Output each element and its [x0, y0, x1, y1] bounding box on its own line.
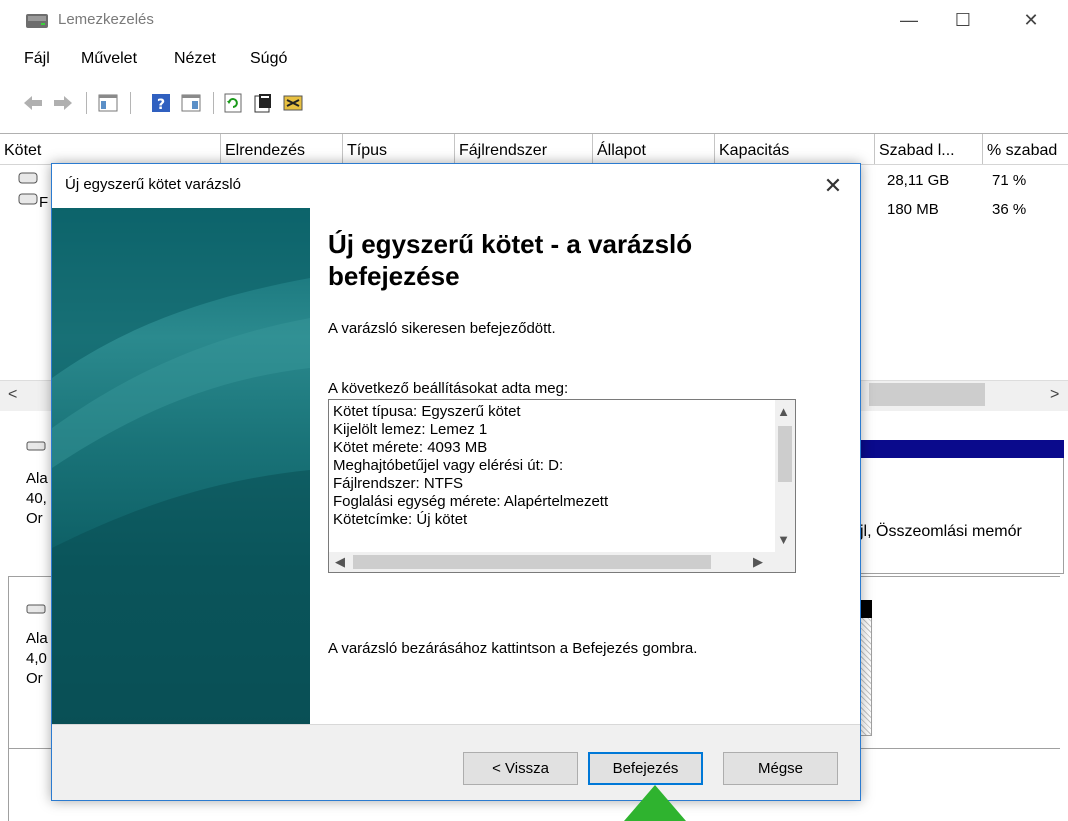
- settings-line: Meghajtóbetűjel vagy elérési út: D:: [333, 457, 564, 474]
- menu-bar: Fájl Művelet Nézet Súgó: [0, 46, 1068, 74]
- volume-row-name[interactable]: F: [39, 194, 48, 211]
- divider: [8, 577, 9, 821]
- column-status[interactable]: Állapot: [593, 134, 715, 164]
- title-bar: Lemezkezelés — ☐ ✕: [0, 0, 1068, 40]
- properties-icon[interactable]: [252, 92, 274, 114]
- settings-line: Fájlrendszer: NTFS: [333, 475, 464, 492]
- help-icon[interactable]: ?: [150, 92, 172, 114]
- window-title: Lemezkezelés: [58, 11, 154, 28]
- disk-label-type: Ala: [26, 630, 48, 647]
- disk-label-size: 4,0: [26, 650, 47, 667]
- settings-summary-box[interactable]: Kötet típusa: Egyszerű kötet Kijelölt le…: [328, 399, 796, 573]
- column-type[interactable]: Típus: [343, 134, 455, 164]
- partition-header-bar: [860, 440, 1064, 458]
- close-button[interactable]: ✕: [1008, 0, 1054, 40]
- wizard-finish-instruction: A varázsló bezárásához kattintson a Befe…: [328, 640, 698, 657]
- dialog-footer-divider: [52, 724, 860, 725]
- scroll-left-icon[interactable]: ◀: [335, 554, 345, 570]
- wizard-success-text: A varázsló sikeresen befejeződött.: [328, 320, 556, 337]
- volume-drive-icon: [18, 193, 38, 205]
- scroll-up-icon[interactable]: ▲: [777, 404, 790, 419]
- unallocated-block[interactable]: [860, 618, 872, 736]
- toolbar-separator: [130, 92, 131, 114]
- wizard-wave-graphic: [52, 208, 310, 724]
- volume-row-free: 28,11 GB: [887, 172, 950, 189]
- close-icon: ✕: [823, 173, 843, 198]
- volume-row-percent: 71 %: [992, 172, 1027, 189]
- volume-list-header: Kötet Elrendezés Típus Fájlrendszer Álla…: [0, 134, 1068, 165]
- disk-icon: [26, 441, 46, 451]
- menu-help[interactable]: Súgó: [250, 50, 287, 68]
- menu-file[interactable]: Fájl: [24, 50, 50, 68]
- disk-label-type: Ala: [26, 470, 48, 487]
- disk-management-icon: [26, 14, 48, 28]
- scroll-right-icon[interactable]: ▶: [753, 554, 763, 570]
- column-capacity[interactable]: Kapacitás: [715, 134, 875, 164]
- settings-vscroll-thumb[interactable]: [778, 426, 792, 482]
- scroll-right-icon[interactable]: >: [1050, 386, 1059, 404]
- cancel-button[interactable]: Mégse: [723, 752, 838, 785]
- menu-view[interactable]: Nézet: [174, 50, 216, 68]
- partition-text: jl, Összeomlási memór: [860, 523, 1022, 540]
- scroll-left-icon[interactable]: <: [8, 386, 17, 404]
- wizard-dialog: Új egyszerű kötet varázsló ✕ Új egyszerű…: [51, 163, 861, 801]
- dialog-title: Új egyszerű kötet varázsló: [65, 176, 241, 193]
- wizard-heading: Új egyszerű kötet - a varázsló befejezés…: [328, 229, 693, 291]
- column-percent-free[interactable]: % szabad: [983, 134, 1068, 164]
- disk-label-status: Or: [26, 510, 43, 527]
- toolbar-separator: [86, 92, 87, 114]
- volume-row-percent: 36 %: [992, 201, 1027, 218]
- column-volume[interactable]: Kötet: [0, 134, 221, 164]
- toolbar: ?: [0, 82, 1068, 124]
- volume-drive-icon: [18, 172, 38, 184]
- settings-label: A következő beállításokat adta meg:: [328, 380, 569, 397]
- partition-block[interactable]: [860, 458, 1064, 574]
- minimize-button[interactable]: —: [886, 0, 932, 40]
- column-free-space[interactable]: Szabad l...: [875, 134, 983, 164]
- list-view-icon[interactable]: [180, 92, 202, 114]
- column-filesystem[interactable]: Fájlrendszer: [455, 134, 593, 164]
- settings-line: Kötet mérete: 4093 MB: [333, 439, 488, 456]
- refresh-icon[interactable]: [222, 92, 244, 114]
- settings-line: Kijelölt lemez: Lemez 1: [333, 421, 488, 438]
- disk-label-status: Or: [26, 670, 43, 687]
- scroll-corner: [775, 552, 795, 572]
- disk-settings-icon[interactable]: [282, 92, 304, 114]
- hscroll-thumb[interactable]: [869, 383, 985, 406]
- finish-button[interactable]: Befejezés: [588, 752, 703, 785]
- scroll-down-icon[interactable]: ▼: [777, 532, 790, 547]
- menu-action[interactable]: Művelet: [81, 50, 137, 68]
- maximize-button[interactable]: ☐: [940, 0, 986, 40]
- back-icon[interactable]: [22, 92, 44, 114]
- settings-line: Foglalási egység mérete: Alapértelmezett: [333, 493, 609, 510]
- column-layout[interactable]: Elrendezés: [221, 134, 343, 164]
- settings-line: Kötetcímke: Új kötet: [333, 511, 468, 528]
- pointer-arrow-annotation: [624, 785, 686, 821]
- back-button[interactable]: < Vissza: [463, 752, 578, 785]
- dialog-close-button[interactable]: ✕: [816, 170, 850, 202]
- console-tree-icon[interactable]: [97, 92, 119, 114]
- wizard-content: Új egyszerű kötet - a varázsló befejezés…: [310, 208, 860, 724]
- disk-label-size: 40,: [26, 490, 47, 507]
- settings-list: Kötet típusa: Egyszerű kötet Kijelölt le…: [333, 403, 763, 529]
- forward-icon[interactable]: [52, 92, 74, 114]
- toolbar-separator: [213, 92, 214, 114]
- dialog-title-bar: Új egyszerű kötet varázsló ✕: [52, 164, 860, 208]
- volume-row-free: 180 MB: [887, 201, 939, 218]
- settings-line: Kötet típusa: Egyszerű kötet: [333, 403, 521, 420]
- svg-text:?: ?: [157, 97, 165, 113]
- settings-hscroll-thumb[interactable]: [353, 555, 711, 569]
- unallocated-header-bar: [860, 600, 872, 618]
- disk-icon: [26, 604, 46, 614]
